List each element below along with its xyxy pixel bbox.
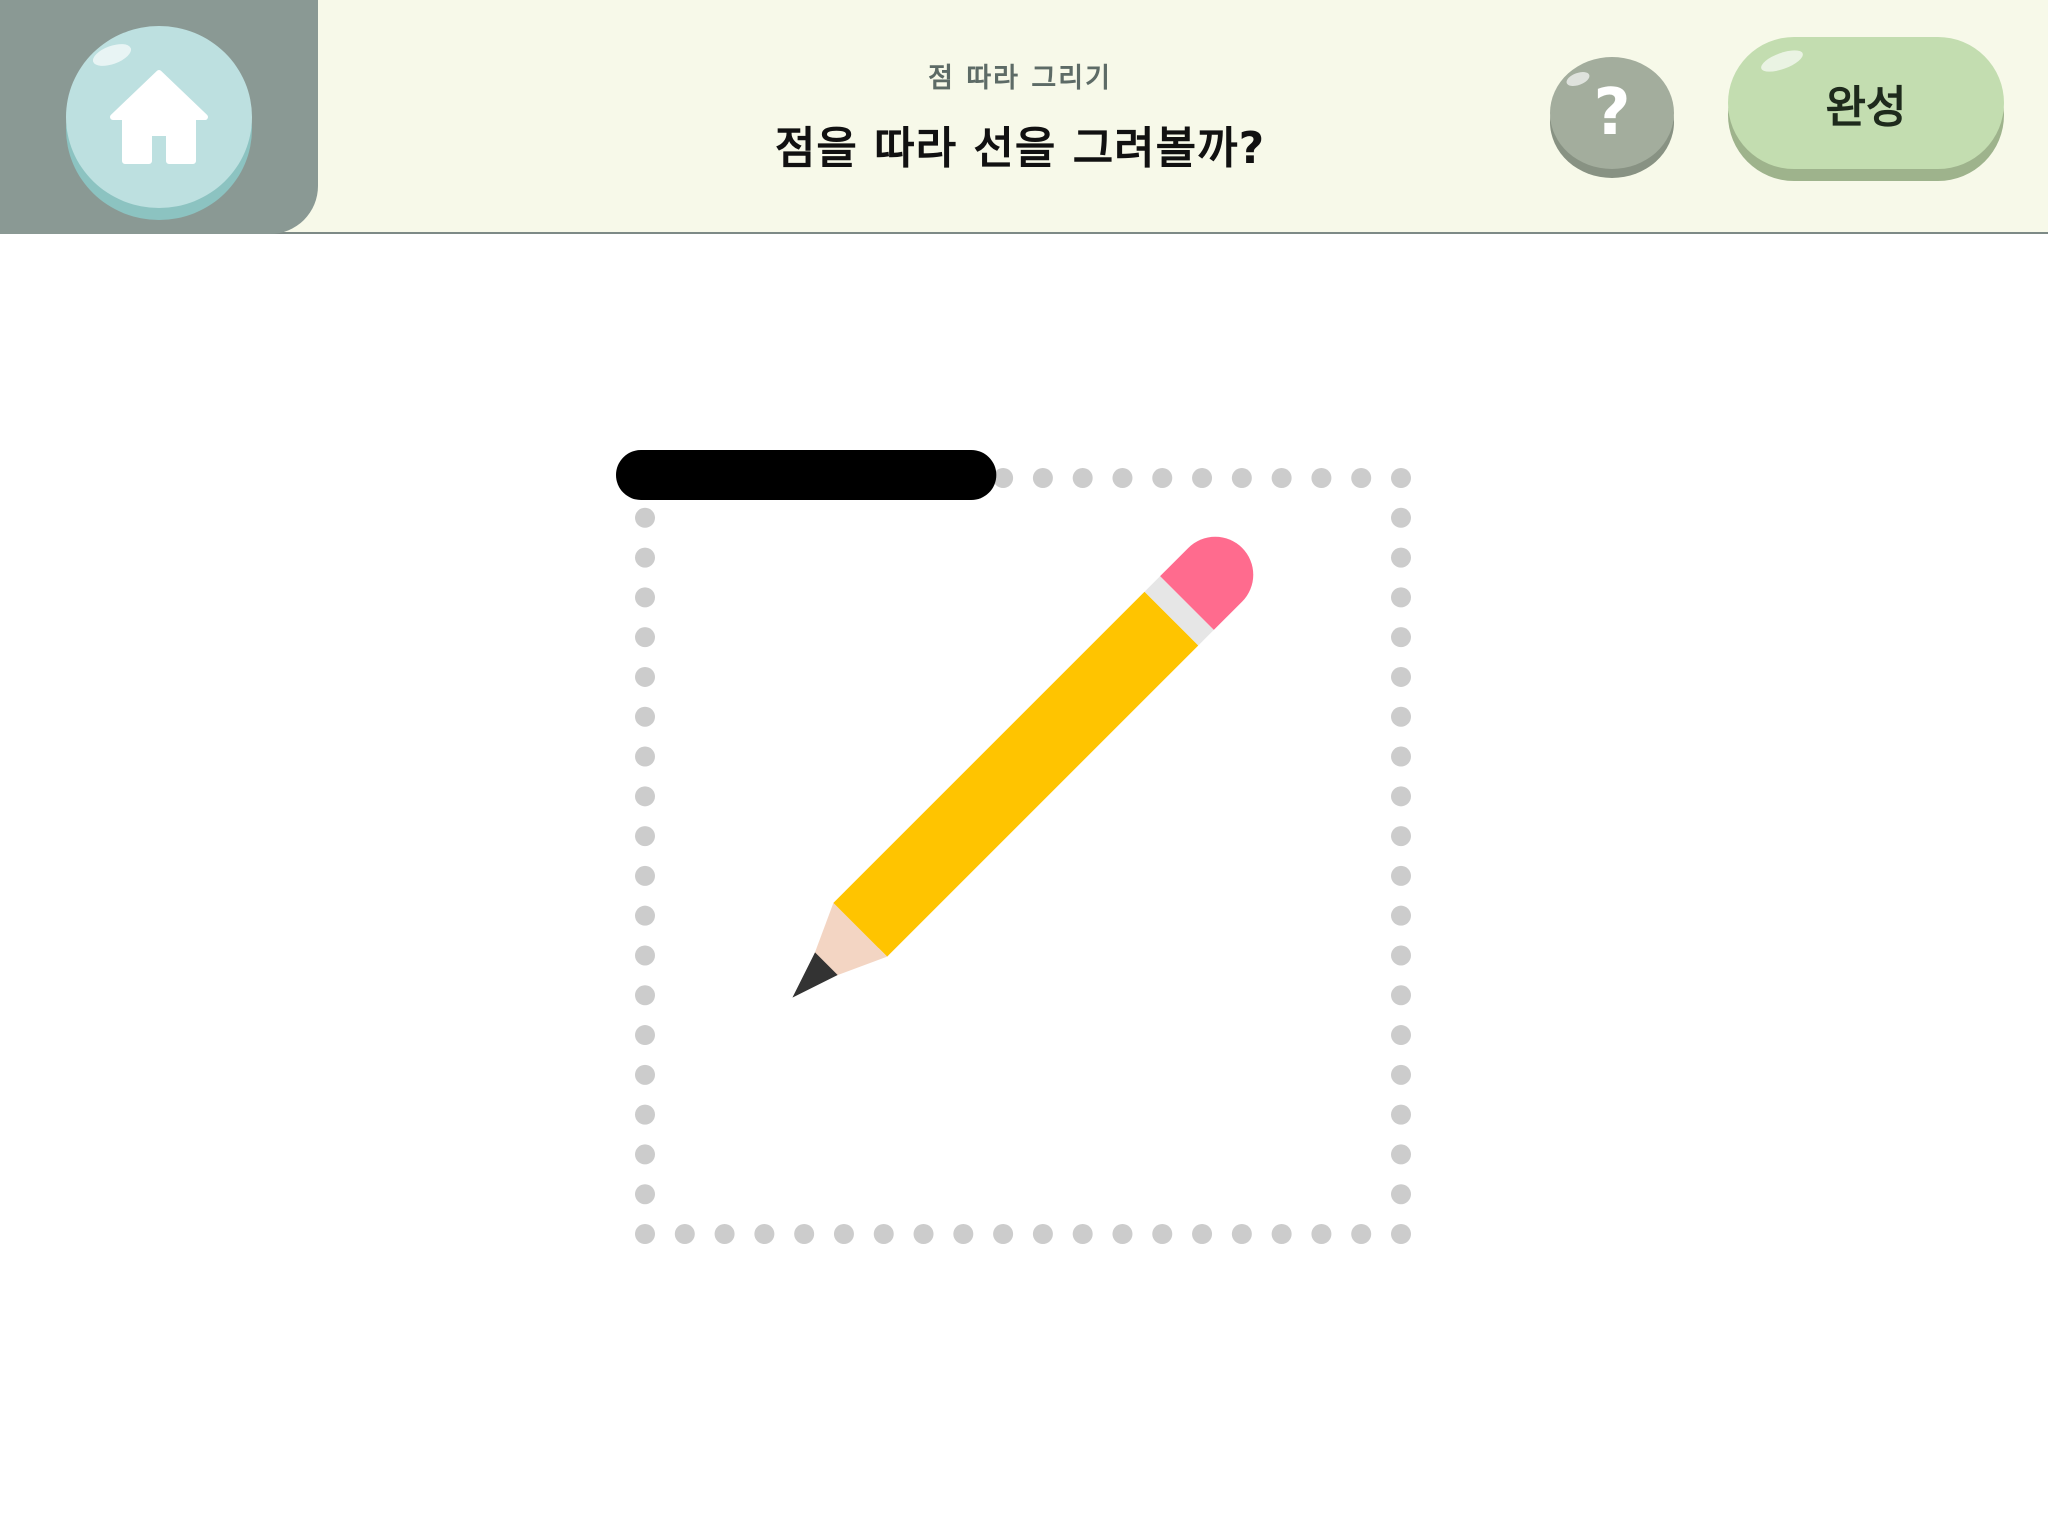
trace-dot (913, 1224, 934, 1244)
trace-dot (674, 1224, 695, 1244)
trace-dot (1391, 627, 1411, 648)
trace-dot (635, 1144, 655, 1165)
trace-dot (714, 1224, 735, 1244)
trace-dot (1192, 1224, 1213, 1244)
trace-dot (635, 1064, 655, 1085)
trace-dot (635, 547, 655, 568)
trace-dot (1112, 468, 1133, 488)
trace-dot (1032, 1224, 1053, 1244)
trace-dot (635, 1184, 655, 1205)
trace-dot (1391, 945, 1411, 966)
trace-dot (1351, 1224, 1372, 1244)
trace-dot (1391, 1184, 1411, 1205)
trace-dot (635, 1224, 655, 1244)
trace-dot (635, 627, 655, 648)
pencil-icon[interactable] (766, 521, 1269, 1024)
trace-dot (1072, 468, 1093, 488)
trace-dot (1032, 468, 1053, 488)
trace-dot (1072, 1224, 1093, 1244)
trace-dot (1391, 1144, 1411, 1165)
trace-dot (873, 1224, 894, 1244)
trace-dot (635, 666, 655, 687)
trace-dot (1391, 826, 1411, 847)
trace-dot (1391, 547, 1411, 568)
trace-dot (635, 587, 655, 608)
trace-dot (635, 507, 655, 528)
trace-dot (833, 1224, 854, 1244)
trace-dot (635, 706, 655, 727)
trace-dot (635, 746, 655, 767)
trace-dot (1391, 985, 1411, 1006)
trace-dot (1391, 1224, 1411, 1244)
trace-dot (1391, 468, 1411, 488)
trace-dot (754, 1224, 775, 1244)
trace-dot (635, 905, 655, 926)
trace-dot (1391, 587, 1411, 608)
trace-dot (635, 1104, 655, 1125)
trace-dot (1391, 706, 1411, 727)
trace-dot (953, 1224, 974, 1244)
trace-dot (1391, 786, 1411, 807)
trace-dot (1391, 1025, 1411, 1046)
pencil-body (833, 591, 1199, 957)
trace-dot (635, 865, 655, 886)
trace-dot (1152, 1224, 1173, 1244)
trace-dot (1391, 507, 1411, 528)
trace-dot (1391, 1064, 1411, 1085)
trace-dot (1271, 1224, 1292, 1244)
trace-dot (635, 1025, 655, 1046)
trace-dot (1311, 1224, 1332, 1244)
trace-dot (1231, 468, 1252, 488)
trace-dot (1311, 468, 1332, 488)
trace-dot (635, 945, 655, 966)
trace-dot (993, 1224, 1014, 1244)
trace-dot (635, 985, 655, 1006)
trace-dot (635, 786, 655, 807)
trace-dot (1391, 666, 1411, 687)
trace-dot (1391, 865, 1411, 886)
trace-dot (1271, 468, 1292, 488)
trace-dots (635, 468, 1411, 1244)
trace-dot (1351, 468, 1372, 488)
trace-dot (1391, 746, 1411, 767)
trace-dot (1112, 1224, 1133, 1244)
trace-dot (1152, 468, 1173, 488)
trace-board[interactable] (0, 0, 2048, 1536)
trace-dot (1391, 1104, 1411, 1125)
trace-dot (635, 826, 655, 847)
trace-dot (1192, 468, 1213, 488)
trace-dot (794, 1224, 815, 1244)
trace-dot (1391, 905, 1411, 926)
trace-dot (1231, 1224, 1252, 1244)
